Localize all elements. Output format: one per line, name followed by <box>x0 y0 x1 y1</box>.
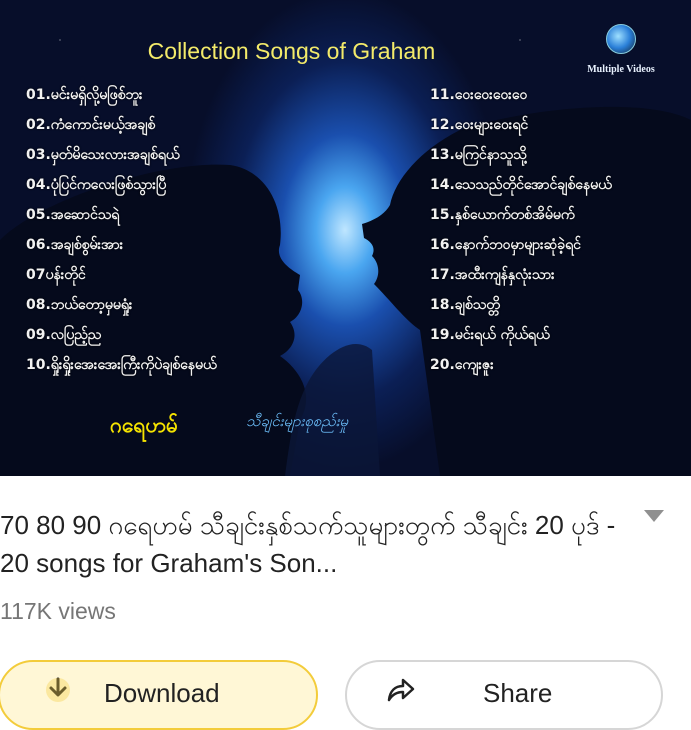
download-icon <box>46 677 70 702</box>
song-item: 20.ကျေးဇူး <box>430 357 494 373</box>
song-item: 19.မင်းရယ် ကိုယ်ရယ် <box>430 327 550 343</box>
song-item: 04.ပုံပြင်ကလေးဖြစ်သွားပြီ <box>26 177 167 193</box>
song-item: 07ပန်းတိုင် <box>26 267 86 283</box>
song-item: 10.ရှိုးရှိုးအေးအေးကြီးကိုပဲချစ်နေမယ် <box>26 357 217 373</box>
song-item: 08.ဘယ်တော့မှမရှုံး <box>26 297 133 313</box>
song-item: 06.အချစ်စွမ်းအား <box>26 237 124 253</box>
song-item: 12.ဝေးများဝေးရင် <box>430 117 529 133</box>
song-item: 03.မှတ်မိသေးလားအချစ်ရယ် <box>26 147 180 163</box>
song-item: 11.ဝေးဝေးဝေးဝေ <box>430 87 528 103</box>
song-item: 13.မကြင်နာသူသို့ <box>430 147 527 163</box>
video-title[interactable]: 70 80 90 ဂရေဟမ် သီချင်းနှစ်သက်သူများတွက်… <box>0 506 630 582</box>
view-count: 117K views <box>0 598 116 624</box>
song-item: 18.ချစ်သတ္တိ <box>430 297 500 313</box>
song-item: 02.ကံကောင်းမယ့်အချစ် <box>26 117 156 133</box>
share-icon <box>387 678 415 702</box>
song-list-left: 01.မင်းမရှိလို့မဖြစ်ဘူး 02.ကံကောင်းမယ့်အ… <box>26 80 217 380</box>
song-item: 01.မင်းမရှိလို့မဖြစ်ဘူး <box>26 87 143 103</box>
share-label: Share <box>483 678 553 708</box>
thumbnail-title: Collection Songs of Graham <box>147 38 436 64</box>
artist-name: ဂရေဟမ် <box>110 413 179 437</box>
download-label: Download <box>104 678 220 708</box>
multiple-videos-label: Multiple Videos <box>587 64 655 75</box>
song-item: 17.အထီးကျန်နှလုံးသား <box>430 267 555 283</box>
song-item: 09.လပြည့်ည <box>26 327 102 343</box>
globe-icon <box>606 24 636 54</box>
song-list-right: 11.ဝေးဝေးဝေးဝေ 12.ဝေးများဝေးရင် 13.မကြင်… <box>430 80 612 380</box>
thumbnail-subtitle: သီချင်းများစုစည်းမှု <box>246 412 349 430</box>
song-item: 15.နှစ်ယောက်တစ်အိမ်မက် <box>430 207 575 223</box>
chevron-down-icon[interactable] <box>644 510 664 522</box>
song-item: 14.သေသည်တိုင်အောင်ချစ်နေမယ် <box>430 177 612 193</box>
download-button[interactable]: Download <box>0 660 318 730</box>
song-item: 05.အဆောင်သရဲ <box>26 207 120 223</box>
share-button[interactable]: Share <box>345 660 663 730</box>
song-item: 16.နောက်ဘဝမှာများဆုံခဲ့ရင် <box>430 237 581 253</box>
video-thumbnail[interactable]: Collection Songs of Graham Multiple Vide… <box>0 0 691 476</box>
